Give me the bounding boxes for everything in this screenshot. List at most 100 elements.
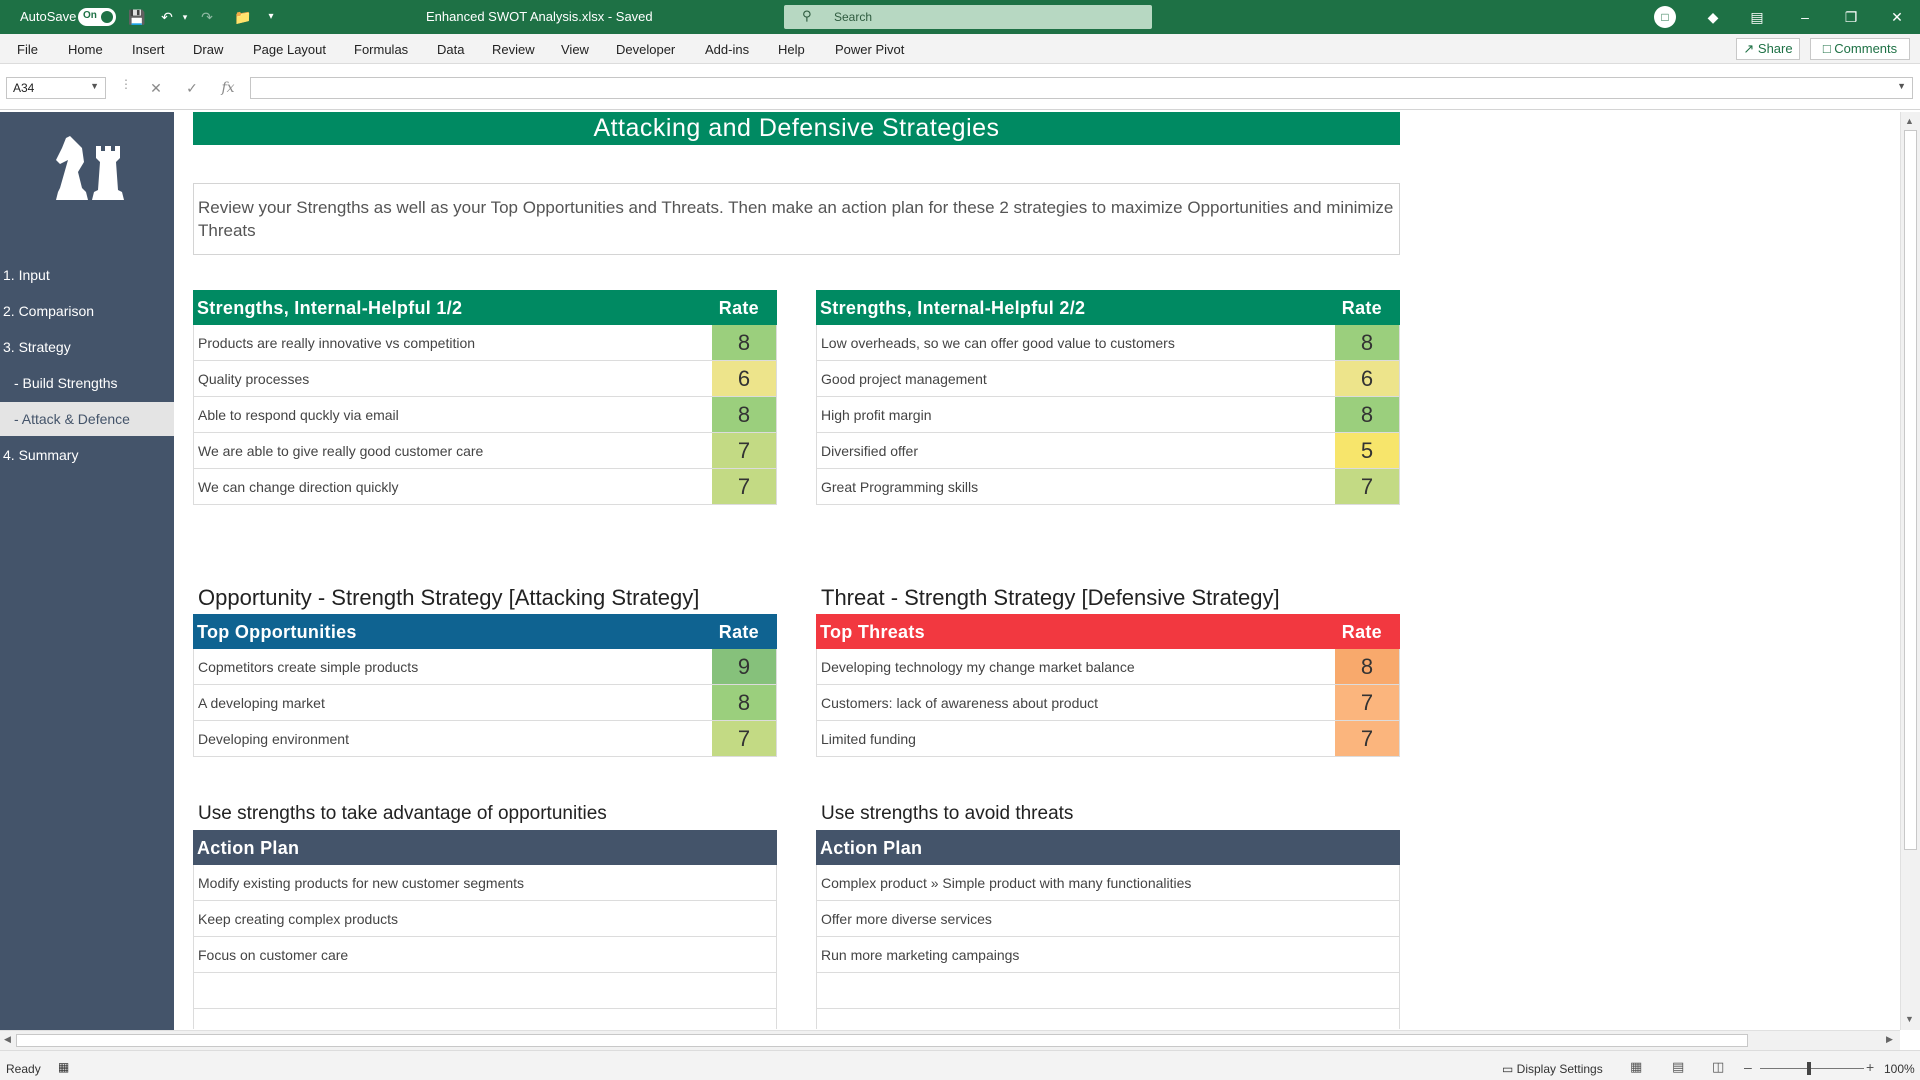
zoom-slider[interactable] — [1760, 1068, 1864, 1069]
table-row[interactable] — [816, 973, 1400, 1009]
table-row[interactable]: Modify existing products for new custome… — [193, 865, 777, 901]
tab-power-pivot[interactable]: Power Pivot — [835, 42, 904, 57]
minimize-icon[interactable]: – — [1794, 6, 1816, 28]
table-row[interactable] — [193, 1009, 777, 1029]
nav-comparison[interactable]: 2. Comparison — [0, 294, 174, 328]
name-box[interactable]: A34 ▼ — [6, 77, 106, 99]
table-row[interactable]: Developing environment 7 — [193, 721, 777, 757]
nav-input[interactable]: 1. Input — [0, 258, 174, 292]
nav-attack-defence[interactable]: - Attack & Defence — [0, 402, 174, 436]
table-row[interactable]: Customers: lack of awareness about produ… — [816, 685, 1400, 721]
scroll-down-icon[interactable]: ▼ — [1905, 1014, 1914, 1024]
table-row[interactable]: Offer more diverse services — [816, 901, 1400, 937]
cancel-icon[interactable]: ✕ — [144, 77, 168, 99]
table-row[interactable]: Run more marketing campaings — [816, 937, 1400, 973]
tab-help[interactable]: Help — [778, 42, 805, 57]
scroll-left-icon[interactable]: ◀ — [4, 1034, 11, 1045]
tab-page-layout[interactable]: Page Layout — [253, 42, 326, 57]
tab-add-ins[interactable]: Add-ins — [705, 42, 749, 57]
tab-formulas[interactable]: Formulas — [354, 42, 408, 57]
table-header: Top Threats Rate — [816, 614, 1400, 649]
scroll-right-icon[interactable]: ▶ — [1886, 1034, 1893, 1045]
zoom-in-icon[interactable]: + — [1866, 1059, 1874, 1075]
comments-button[interactable]: □ Comments — [1810, 38, 1910, 60]
monitor-icon: ▭ — [1502, 1062, 1517, 1076]
formula-input[interactable]: ▼ — [250, 77, 1913, 99]
table-row[interactable]: Able to respond quckly via email 8 — [193, 397, 777, 433]
table-row[interactable]: A developing market 8 — [193, 685, 777, 721]
zoom-slider-knob[interactable] — [1807, 1062, 1811, 1075]
status-bar: Ready ▦ ▭ Display Settings ▦ ▤ ◫ – + 100… — [0, 1050, 1920, 1080]
insert-function-icon[interactable]: fx — [216, 77, 240, 99]
diamond-icon[interactable]: ◆ — [1702, 6, 1724, 28]
table-row[interactable]: Products are really innovative vs compet… — [193, 325, 777, 361]
zoom-out-icon[interactable]: – — [1744, 1059, 1752, 1075]
expand-formula-icon[interactable]: ▼ — [1897, 81, 1906, 91]
table-row[interactable] — [193, 973, 777, 1009]
customize-toolbar-icon[interactable]: ▾ — [262, 8, 280, 26]
table-row[interactable]: Great Programming skills 7 — [816, 469, 1400, 505]
rate-value: 8 — [1335, 325, 1399, 360]
table-row[interactable]: Copmetitors create simple products 9 — [193, 649, 777, 685]
tab-insert[interactable]: Insert — [132, 42, 165, 57]
redo-icon[interactable]: ↷ — [198, 8, 216, 26]
nav-strategy[interactable]: 3. Strategy — [0, 330, 174, 364]
table-row[interactable]: We can change direction quickly 7 — [193, 469, 777, 505]
tab-view[interactable]: View — [561, 42, 589, 57]
table-row[interactable]: Diversified offer 5 — [816, 433, 1400, 469]
scroll-thumb[interactable] — [1904, 130, 1917, 850]
account-avatar-icon[interactable]: □ — [1654, 6, 1676, 28]
display-settings-button[interactable]: ▭ Display Settings — [1502, 1062, 1603, 1076]
search-box[interactable]: ⚲ Search — [784, 5, 1152, 29]
resize-handle-icon[interactable]: ⋮ — [120, 77, 132, 91]
tab-developer[interactable]: Developer — [616, 42, 675, 57]
normal-view-icon[interactable]: ▦ — [1630, 1059, 1642, 1075]
rate-value: 8 — [1335, 649, 1399, 684]
row-text: Able to respond quckly via email — [198, 407, 399, 423]
vertical-scrollbar[interactable]: ▲ ▼ — [1900, 112, 1920, 1030]
tab-file[interactable]: File — [17, 42, 38, 57]
share-label: Share — [1757, 41, 1793, 56]
tab-draw[interactable]: Draw — [193, 42, 223, 57]
document-title[interactable]: Enhanced SWOT Analysis.xlsx - Saved — [426, 9, 653, 24]
page-layout-view-icon[interactable]: ▤ — [1672, 1059, 1684, 1075]
table-row[interactable] — [816, 1009, 1400, 1029]
table-row[interactable]: Focus on customer care — [193, 937, 777, 973]
intro-text[interactable]: Review your Strengths as well as your To… — [193, 183, 1400, 255]
zoom-level[interactable]: 100% — [1884, 1062, 1915, 1076]
scroll-thumb[interactable] — [16, 1034, 1748, 1047]
chevron-down-icon[interactable]: ▼ — [90, 81, 99, 91]
table-row[interactable]: We are able to give really good customer… — [193, 433, 777, 469]
horizontal-scrollbar[interactable]: ◀ ▶ — [0, 1030, 1900, 1050]
share-button[interactable]: ↗ Share — [1736, 38, 1800, 60]
table-row[interactable]: Good project management 6 — [816, 361, 1400, 397]
table-row[interactable]: Keep creating complex products — [193, 901, 777, 937]
table-row[interactable]: High profit margin 8 — [816, 397, 1400, 433]
name-box-value: A34 — [13, 81, 35, 95]
autosave-toggle[interactable]: On — [78, 8, 116, 26]
nav-build-strengths[interactable]: - Build Strengths — [0, 366, 174, 400]
table-row[interactable]: Low overheads, so we can offer good valu… — [816, 325, 1400, 361]
nav-summary[interactable]: 4. Summary — [0, 438, 174, 472]
tab-data[interactable]: Data — [437, 42, 464, 57]
save-icon[interactable]: 💾 — [128, 8, 146, 26]
restore-icon[interactable]: ❐ — [1840, 6, 1862, 28]
tab-review[interactable]: Review — [492, 42, 535, 57]
undo-icon[interactable]: ↶ — [158, 8, 176, 26]
ribbon-display-icon[interactable]: ▤ — [1746, 6, 1768, 28]
open-folder-icon[interactable]: 📁 — [234, 8, 252, 26]
table-row[interactable]: Limited funding 7 — [816, 721, 1400, 757]
table-row[interactable]: Quality processes 6 — [193, 361, 777, 397]
rate-value: 8 — [712, 685, 776, 720]
enter-icon[interactable]: ✓ — [180, 77, 204, 99]
close-icon[interactable]: ✕ — [1886, 6, 1908, 28]
row-text: Offer more diverse services — [821, 911, 992, 927]
macro-record-icon[interactable]: ▦ — [58, 1060, 69, 1074]
table-row[interactable]: Developing technology my change market b… — [816, 649, 1400, 685]
scroll-up-icon[interactable]: ▲ — [1905, 116, 1914, 126]
undo-dropdown-icon[interactable]: ▾ — [176, 8, 194, 26]
search-icon: ⚲ — [802, 8, 812, 23]
tab-home[interactable]: Home — [68, 42, 103, 57]
table-row[interactable]: Complex product » Simple product with ma… — [816, 865, 1400, 901]
page-break-view-icon[interactable]: ◫ — [1712, 1059, 1724, 1075]
